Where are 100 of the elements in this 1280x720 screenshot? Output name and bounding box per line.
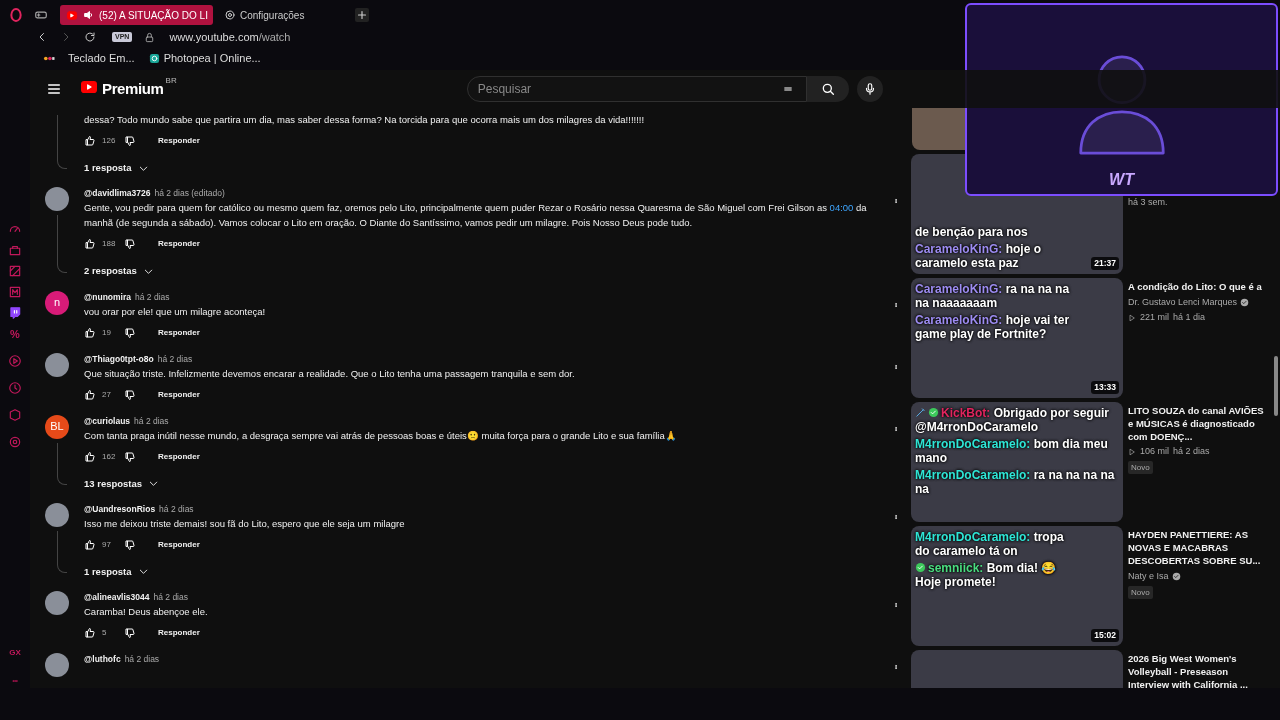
reload-icon[interactable]: [84, 31, 96, 43]
video-thumbnail[interactable]: 13:33 CarameloKinG: ra na na na na naaaaaaam CarameloKinG: hoje vai ter game play de Fortnite?: [911, 278, 1123, 398]
thumbs-up-icon[interactable]: [84, 538, 96, 551]
video-thumbnail[interactable]: 15:02 M4rronDoCaramelo: tropa do caramelo tá on semniick: Bom dia! 😂 Hoje promete!: [911, 526, 1123, 646]
like-count: 5: [102, 627, 108, 639]
thumbs-down-icon[interactable]: [124, 627, 136, 639]
thumbs-up-icon[interactable]: [84, 135, 96, 147]
striped-square-icon[interactable]: [8, 264, 22, 278]
reply-button[interactable]: Responder: [156, 238, 202, 251]
comment-text: dessa? Todo mundo sabe que partira um dia, mas saber dessa forma? Na torcida para que ocorra mais um dos milagres da vida!!!!!!!: [84, 113, 646, 127]
like-count: 19: [102, 326, 112, 339]
new-badge: Novo: [1128, 586, 1153, 599]
plus-icon[interactable]: [354, 8, 369, 22]
avatar: BL: [45, 414, 69, 439]
comment-age: há 2 dias: [153, 591, 188, 603]
play-outline-icon: [1128, 313, 1136, 322]
comment-age: há 2 dias (editado): [154, 187, 225, 200]
replies-toggle[interactable]: 13 respostas: [84, 476, 160, 491]
timestamp-link[interactable]: 04:00: [829, 202, 854, 214]
comment-author[interactable]: @UandresonRios: [84, 502, 156, 515]
cube-icon[interactable]: [8, 408, 22, 422]
settings-icon: [223, 9, 236, 21]
m-square-icon[interactable]: [8, 285, 22, 299]
menu-icon[interactable]: [46, 81, 62, 97]
comment-age: há 2 dias: [157, 352, 193, 365]
view-count: 221 mil: [1140, 311, 1169, 324]
video-title[interactable]: HAYDEN PANETTIERE: AS NOVAS E MACABRAS DESCOBERTAS SOBRE SU...: [1128, 528, 1266, 567]
chat-message: CarameloKinG: hoje vai ter game play de Fortnite?: [915, 313, 1071, 341]
like-count: 126: [102, 135, 117, 147]
thumbs-up-icon[interactable]: [84, 450, 96, 463]
thumbs-down-icon[interactable]: [124, 238, 136, 251]
comment-text: Gente, vou pedir para quem for católico ou mesmo quem faz, oremos pelo Lito, principalmente quem puder Rezar o Rosário nessa Quaresma de São Miguel com Frei Gilson as 04:00 da manhã (de segunda a sábado). Vamos colocar o Lito em oração. O Diante do Santíssimo, vamos pedir um milagre. Pois Nosso Deus pode tudo.: [84, 201, 868, 231]
thumbs-up-icon[interactable]: [84, 238, 96, 251]
thread-line: [57, 442, 67, 485]
thumbs-up-icon[interactable]: [84, 326, 96, 339]
bag-icon[interactable]: [8, 243, 22, 257]
thumbs-down-icon[interactable]: [124, 388, 136, 401]
search-button[interactable]: [806, 76, 849, 102]
reply-button[interactable]: Responder: [156, 326, 202, 339]
video-title[interactable]: 2026 Big West Women's Volleyball - Preseason Interview with California ...: [1128, 652, 1266, 688]
chat-message: M4rronDoCaramelo: tropa do caramelo tá on: [915, 530, 1065, 558]
replies-toggle[interactable]: 1 resposta: [84, 161, 149, 176]
reply-button[interactable]: Responder: [156, 627, 202, 639]
avatar-placeholder: [45, 591, 69, 615]
replies-toggle[interactable]: 2 respostas: [84, 264, 154, 279]
comment-author[interactable]: @nunomira: [84, 290, 131, 303]
chat-message: de benção para nos: [915, 225, 1029, 239]
comment-text: Isso me deixou triste demais! sou fã do Lito, espero que ele seja um milagre: [84, 516, 406, 531]
thread-line: [57, 530, 67, 573]
comment-author[interactable]: @Thiago0tpt-o8o: [84, 352, 154, 365]
browser-tab[interactable]: Configurações: [218, 5, 339, 25]
youtube-icon: [65, 9, 79, 21]
video-title[interactable]: A condição do Lito: O que é a: [1128, 280, 1266, 293]
comment-age: há 2 dias: [134, 414, 169, 427]
play-circle-icon[interactable]: [8, 354, 22, 368]
gamepad-icon[interactable]: [34, 8, 48, 22]
like-count: 97: [102, 538, 112, 551]
brand-label: GX: [9, 647, 21, 659]
clock-icon[interactable]: [8, 381, 22, 395]
thread-line: [57, 115, 67, 170]
comment-author[interactable]: @luthofc: [84, 653, 121, 665]
view-count: 106 mil: [1140, 445, 1169, 458]
avatar-placeholder: [45, 653, 69, 677]
thumbs-down-icon[interactable]: [124, 450, 136, 463]
channel-name[interactable]: Naty e Isa: [1128, 570, 1169, 583]
reply-button[interactable]: Responder: [156, 388, 202, 401]
opera-logo-icon[interactable]: [8, 7, 24, 23]
reply-button[interactable]: Responder: [156, 135, 202, 147]
video-title[interactable]: LITO SOUZA do canal AVIÕES e MÚSICAS é diagnosticado com DOENÇ...: [1128, 404, 1266, 443]
comment-age: há 2 dias: [135, 290, 170, 303]
avatar: n: [45, 290, 69, 315]
thumbs-down-icon[interactable]: [124, 326, 136, 339]
comment-text: vou orar por ele! que um milagre aconteça!: [84, 304, 267, 319]
microphone-button[interactable]: [856, 76, 883, 102]
reply-button[interactable]: Responder: [156, 538, 202, 551]
address-bar[interactable]: www.youtube.com/watch: [169, 28, 291, 46]
thumbs-up-icon[interactable]: [84, 388, 96, 401]
like-count: 188: [102, 238, 117, 251]
thumbs-up-icon[interactable]: [84, 627, 96, 639]
chat-message: CarameloKinG: hoje o caramelo esta paz: [915, 242, 1043, 270]
replies-toggle[interactable]: 1 resposta: [84, 564, 149, 579]
thumbs-down-icon[interactable]: [124, 538, 136, 551]
bookmark[interactable]: Teclado Em...: [34, 49, 135, 67]
reply-button[interactable]: Responder: [156, 450, 202, 463]
comment-author[interactable]: @davidlima3726: [84, 187, 151, 200]
comment-author[interactable]: @curiolaus: [84, 414, 131, 427]
search-field[interactable]: Pesquisar: [466, 76, 807, 102]
video-age: há 1 dia: [1173, 311, 1206, 324]
comment-author[interactable]: @alineavlis3044: [84, 591, 150, 603]
settings-icon[interactable]: [8, 435, 22, 449]
thumbs-down-icon[interactable]: [124, 135, 136, 147]
channel-name[interactable]: Dr. Gustavo Lenci Marques: [1128, 296, 1238, 309]
browser-tab[interactable]: (52) A SITUAÇÃO DO LI: [60, 5, 213, 25]
chat-message: semniick: Bom dia! 😂 Hoje promete!: [915, 561, 1058, 589]
scrollbar-thumb[interactable]: [1274, 356, 1278, 416]
video-thumbnail[interactable]: KickBot: Obrigado por seguir @M4rronDoCaramelo M4rronDoCaramelo: bom dia meu mano M4rronDoCaramelo: ra na na na na na: [911, 402, 1123, 522]
comment-age: há 2 dias: [159, 502, 194, 515]
twitch-icon[interactable]: [8, 306, 22, 320]
comment-text: Que situação triste. Infelizmente devemos encarar a realidade. Que o Lito tenha uma passagem tranquila e sem dor.: [84, 366, 576, 381]
bookmark[interactable]: Photopea | Online...: [148, 49, 261, 67]
